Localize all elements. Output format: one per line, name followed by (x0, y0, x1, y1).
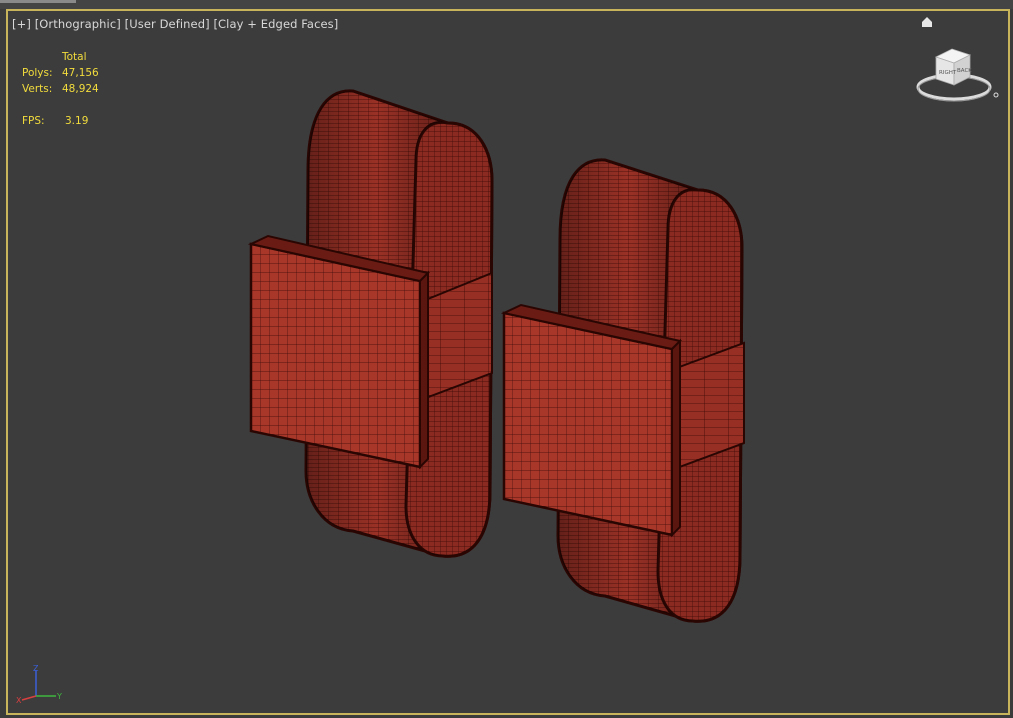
polys-value: 47,156 (62, 67, 99, 79)
viewcube-face-right[interactable]: RIGHT (939, 70, 957, 76)
viewcube-face-back[interactable]: BACK (957, 68, 972, 74)
viewport-top-strip (0, 0, 1013, 9)
verts-value: 48,924 (62, 83, 99, 95)
polys-label: Polys: (22, 67, 53, 79)
model-scene[interactable] (8, 11, 1010, 715)
tab-indicator (0, 0, 76, 3)
right-loop-model[interactable] (500, 158, 745, 623)
home-icon[interactable] (921, 16, 933, 28)
axis-gizmo-icon: Z Y X (16, 664, 62, 704)
fps-value: 3.19 (65, 115, 89, 127)
viewport-menu-plus[interactable]: [+] (12, 17, 31, 31)
axis-x-label: X (16, 696, 22, 704)
viewport-label: [+] [Orthographic] [User Defined] [Clay … (12, 17, 338, 31)
perspective-viewport[interactable]: [+] [Orthographic] [User Defined] [Clay … (6, 9, 1010, 715)
fps-label: FPS: (22, 115, 45, 127)
viewport-lighting-mode[interactable]: [User Defined] (125, 17, 210, 31)
left-loop-model[interactable] (247, 89, 494, 558)
axis-y-label: Y (56, 692, 62, 701)
viewport-shading-mode[interactable]: [Clay + Edged Faces] (213, 17, 338, 31)
viewcube-icon[interactable]: RIGHT BACK (914, 41, 1000, 103)
stats-total-header: Total (62, 51, 87, 63)
viewport-point-of-view[interactable]: [Orthographic] (35, 17, 121, 31)
verts-label: Verts: (22, 83, 53, 95)
axis-z-label: Z (33, 664, 39, 673)
